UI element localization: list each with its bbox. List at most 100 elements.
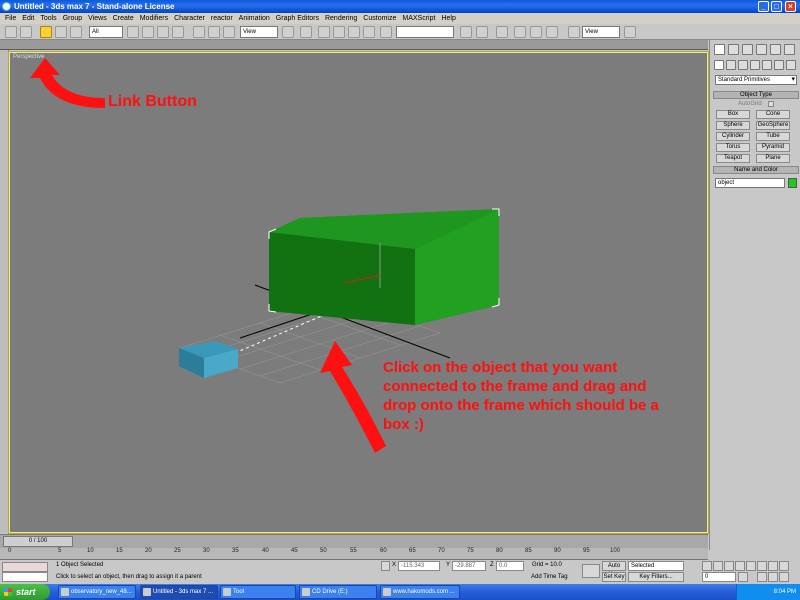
snap-icon[interactable] bbox=[318, 26, 330, 38]
go-to-end-icon[interactable] bbox=[746, 561, 756, 571]
pyramid-button[interactable]: Pyramid bbox=[756, 143, 790, 152]
select-by-name-icon[interactable] bbox=[142, 26, 154, 38]
hierarchy-tab-icon[interactable] bbox=[742, 44, 753, 55]
menu-modifiers[interactable]: Modifiers bbox=[137, 15, 171, 22]
bind-space-warp-button[interactable] bbox=[70, 26, 82, 38]
track-bar[interactable]: 0 5 10 15 20 25 30 35 40 45 50 55 60 65 … bbox=[0, 548, 708, 560]
create-tab-icon[interactable] bbox=[714, 44, 725, 55]
add-time-tag[interactable]: Add Time Tag bbox=[531, 573, 568, 582]
time-slider-thumb[interactable]: 0 / 100 bbox=[3, 536, 73, 547]
menu-customize[interactable]: Customize bbox=[360, 15, 399, 22]
menu-graph-editors[interactable]: Graph Editors bbox=[273, 15, 322, 22]
rotate-icon[interactable] bbox=[208, 26, 220, 38]
reference-coordinate-dropdown[interactable]: View bbox=[240, 26, 278, 38]
shapes-icon[interactable] bbox=[726, 60, 736, 70]
category-dropdown[interactable]: Standard Primitives bbox=[715, 75, 797, 85]
menu-reactor[interactable]: reactor bbox=[208, 15, 236, 22]
render-type-dropdown[interactable]: View bbox=[582, 26, 620, 38]
sphere-button[interactable]: Sphere bbox=[716, 121, 750, 130]
close-button[interactable]: × bbox=[785, 1, 796, 12]
pan-icon[interactable] bbox=[768, 572, 778, 582]
schematic-view-icon[interactable] bbox=[530, 26, 542, 38]
blue-box-object[interactable] bbox=[179, 341, 238, 378]
key-filters-button[interactable]: Key Filters... bbox=[628, 572, 684, 582]
layer-manager-icon[interactable] bbox=[496, 26, 508, 38]
menu-group[interactable]: Group bbox=[60, 15, 85, 22]
unlink-button[interactable] bbox=[55, 26, 67, 38]
mirror-icon[interactable] bbox=[460, 26, 472, 38]
geosphere-button[interactable]: GeoSphere bbox=[756, 121, 790, 130]
menu-create[interactable]: Create bbox=[110, 15, 137, 22]
link-button[interactable] bbox=[40, 26, 52, 38]
window-crossing-icon[interactable] bbox=[172, 26, 184, 38]
modify-tab-icon[interactable] bbox=[728, 44, 739, 55]
key-mode-dropdown[interactable]: Selected bbox=[628, 561, 684, 571]
minimize-button[interactable]: _ bbox=[758, 1, 769, 12]
scale-icon[interactable] bbox=[223, 26, 235, 38]
set-key-button[interactable]: Set Key bbox=[602, 572, 626, 582]
teapot-button[interactable]: Teapot bbox=[716, 154, 750, 163]
next-frame-icon[interactable] bbox=[735, 561, 745, 571]
maximize-button[interactable]: □ bbox=[771, 1, 782, 12]
systems-icon[interactable] bbox=[786, 60, 796, 70]
render-scene-icon[interactable] bbox=[568, 26, 580, 38]
lights-icon[interactable] bbox=[738, 60, 748, 70]
named-selection-icon[interactable] bbox=[380, 26, 392, 38]
object-color-swatch[interactable] bbox=[788, 178, 797, 188]
maxscript-listener[interactable] bbox=[2, 562, 48, 572]
percent-snap-icon[interactable] bbox=[348, 26, 360, 38]
named-selection-sets-field[interactable] bbox=[396, 26, 454, 38]
utilities-tab-icon[interactable] bbox=[784, 44, 795, 55]
material-editor-icon[interactable] bbox=[546, 26, 558, 38]
quick-render-icon[interactable] bbox=[624, 26, 636, 38]
box-button[interactable]: Box bbox=[716, 110, 750, 119]
zoom-extents-icon[interactable] bbox=[779, 561, 789, 571]
move-icon[interactable] bbox=[193, 26, 205, 38]
menu-maxscript[interactable]: MAXScript bbox=[399, 15, 438, 22]
zoom-all-icon[interactable] bbox=[768, 561, 778, 571]
previous-frame-icon[interactable] bbox=[713, 561, 723, 571]
time-config-icon[interactable] bbox=[738, 572, 748, 582]
cone-button[interactable]: Cone bbox=[756, 110, 790, 119]
start-button[interactable]: start bbox=[0, 584, 50, 600]
lock-selection-icon[interactable] bbox=[381, 561, 390, 571]
select-object-icon[interactable] bbox=[127, 26, 139, 38]
auto-key-button[interactable]: Auto Key bbox=[602, 561, 626, 578]
curve-editor-icon[interactable] bbox=[514, 26, 526, 38]
spinner-snap-icon[interactable] bbox=[363, 26, 375, 38]
taskbar-item[interactable]: Untitled - 3ds max 7 ... bbox=[140, 585, 218, 599]
torus-button[interactable]: Torus bbox=[716, 143, 750, 152]
cameras-icon[interactable] bbox=[750, 60, 760, 70]
object-type-rollout[interactable]: Object Type bbox=[713, 91, 799, 99]
menu-tools[interactable]: Tools bbox=[37, 15, 59, 22]
angle-snap-icon[interactable] bbox=[333, 26, 345, 38]
space-warps-icon[interactable] bbox=[774, 60, 784, 70]
field-of-view-icon[interactable] bbox=[757, 572, 767, 582]
arc-rotate-icon[interactable] bbox=[779, 572, 789, 582]
menu-edit[interactable]: Edit bbox=[19, 15, 37, 22]
time-slider[interactable]: 0 / 100 bbox=[0, 534, 708, 548]
pivot-center-icon[interactable] bbox=[282, 26, 294, 38]
selection-filter-dropdown[interactable]: All bbox=[89, 26, 123, 38]
z-coordinate-field[interactable]: 0.0 bbox=[496, 561, 524, 571]
object-name-field[interactable]: object bbox=[715, 178, 785, 188]
taskbar-item[interactable]: www.hakomods.com ... bbox=[380, 585, 460, 599]
plane-button[interactable]: Plane bbox=[756, 154, 790, 163]
redo-icon[interactable] bbox=[20, 26, 32, 38]
current-frame-field[interactable]: 0 bbox=[702, 572, 736, 582]
display-tab-icon[interactable] bbox=[770, 44, 781, 55]
perspective-viewport[interactable] bbox=[8, 51, 709, 534]
menu-rendering[interactable]: Rendering bbox=[322, 15, 360, 22]
tube-button[interactable]: Tube bbox=[756, 132, 790, 141]
x-coordinate-field[interactable]: -115.343 bbox=[398, 561, 440, 571]
align-icon[interactable] bbox=[476, 26, 488, 38]
autogrid-checkbox[interactable] bbox=[768, 101, 774, 107]
menu-views[interactable]: Views bbox=[85, 15, 110, 22]
helpers-icon[interactable] bbox=[762, 60, 772, 70]
viewport-label[interactable]: Perspective bbox=[13, 54, 44, 60]
taskbar-item[interactable]: observatory_new_48... bbox=[58, 585, 136, 599]
manipulate-icon[interactable] bbox=[300, 26, 312, 38]
menu-animation[interactable]: Animation bbox=[236, 15, 273, 22]
rectangular-selection-icon[interactable] bbox=[157, 26, 169, 38]
maxscript-mini-listener[interactable] bbox=[2, 572, 48, 582]
